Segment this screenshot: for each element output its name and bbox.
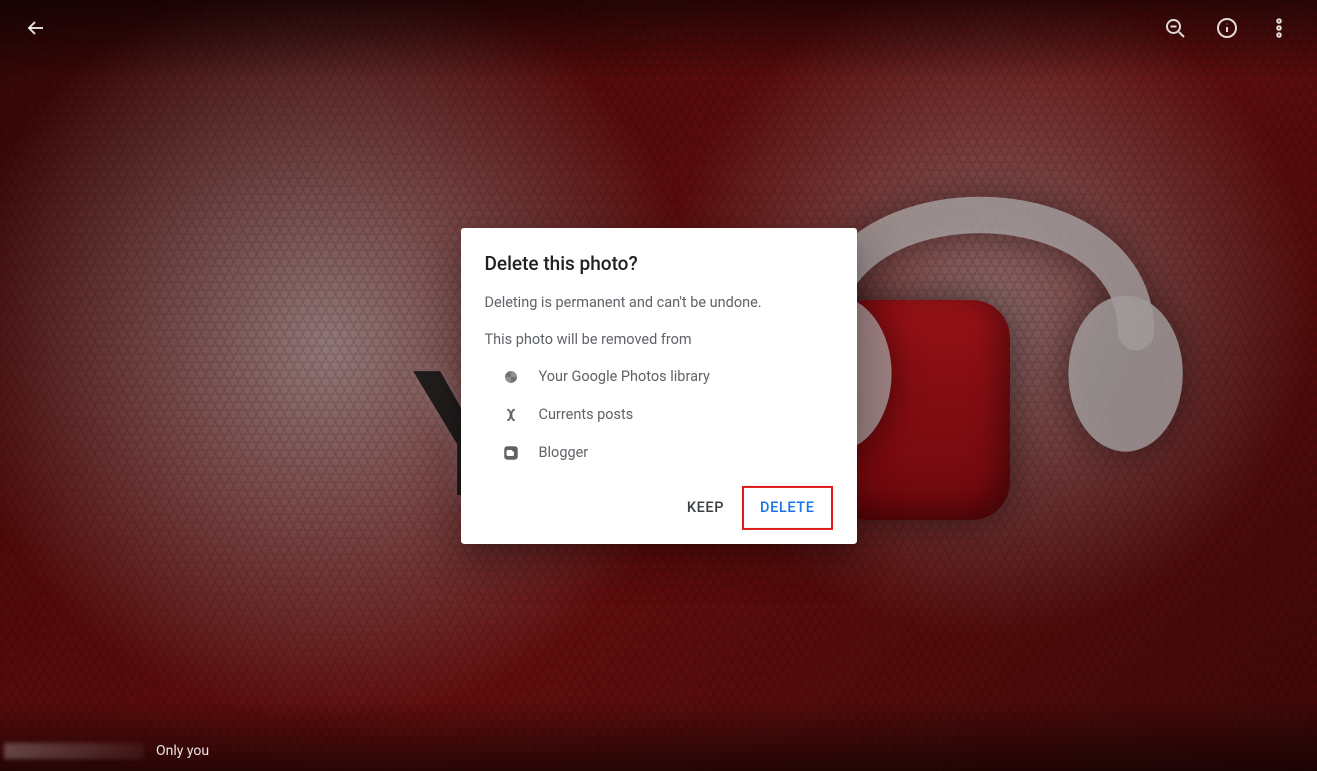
annotation-highlight: DELETE bbox=[742, 486, 832, 530]
viewer-top-toolbar bbox=[0, 0, 1317, 56]
background-art-shape bbox=[830, 300, 1010, 520]
zoom-out-button[interactable] bbox=[1151, 4, 1199, 52]
more-vert-icon bbox=[1267, 16, 1291, 40]
delete-button[interactable]: DELETE bbox=[748, 490, 826, 526]
list-item: Blogger bbox=[485, 434, 833, 472]
dialog-warning-text: Deleting is permanent and can't be undon… bbox=[485, 292, 833, 312]
more-options-button[interactable] bbox=[1255, 4, 1303, 52]
google-photos-icon bbox=[501, 367, 521, 387]
bottom-gradient-scrim bbox=[0, 701, 1317, 771]
back-button[interactable] bbox=[12, 4, 60, 52]
list-item: Currents posts bbox=[485, 396, 833, 434]
info-icon bbox=[1215, 16, 1239, 40]
dialog-action-row: KEEP DELETE bbox=[485, 486, 833, 530]
currents-icon bbox=[501, 405, 521, 425]
visibility-label: Only you bbox=[156, 743, 209, 759]
dialog-title: Delete this photo? bbox=[485, 251, 833, 274]
blogger-icon bbox=[501, 443, 521, 463]
list-item: Your Google Photos library bbox=[485, 358, 833, 396]
zoom-out-icon bbox=[1163, 16, 1187, 40]
footer-redacted-text bbox=[4, 743, 144, 759]
info-button[interactable] bbox=[1203, 4, 1251, 52]
removal-target-list: Your Google Photos library Currents post… bbox=[485, 358, 833, 472]
list-item-label: Currents posts bbox=[539, 406, 634, 423]
keep-button[interactable]: KEEP bbox=[675, 490, 736, 526]
dialog-removed-from-text: This photo will be removed from bbox=[485, 330, 833, 350]
delete-photo-dialog: Delete this photo? Deleting is permanent… bbox=[461, 227, 857, 543]
arrow-left-icon bbox=[24, 16, 48, 40]
viewer-footer: Only you bbox=[0, 743, 209, 759]
list-item-label: Blogger bbox=[539, 444, 589, 461]
list-item-label: Your Google Photos library bbox=[539, 368, 710, 385]
